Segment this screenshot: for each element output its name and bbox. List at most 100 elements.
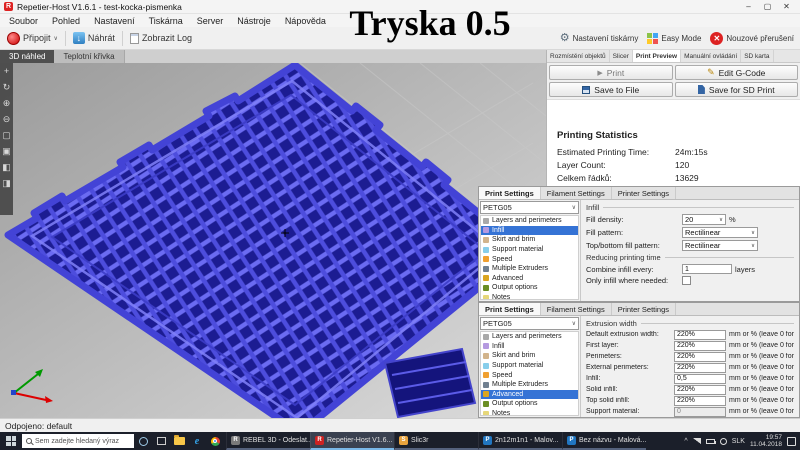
tab-object-placement[interactable]: Rozmístění objektů <box>547 50 610 62</box>
rotate-tool-icon[interactable]: ↻ <box>1 82 12 93</box>
first-layer-width-input[interactable] <box>674 341 726 351</box>
nav-multiple-extruders[interactable]: Multiple Extruders <box>481 264 578 274</box>
only-infill-checkbox[interactable] <box>682 276 691 285</box>
cortana-icon <box>139 437 148 446</box>
nav-notes[interactable]: Notes <box>481 293 578 300</box>
edit-gcode-button[interactable]: ✎ Edit G-Code <box>675 65 799 80</box>
printer-settings-button[interactable]: ⚙ Nastavení tiskárny <box>560 33 639 44</box>
notification-center-icon[interactable] <box>787 437 796 446</box>
nav-layers-perimeters[interactable]: Layers and perimeters <box>481 216 578 226</box>
edge-button[interactable]: e <box>188 432 206 450</box>
volume-icon[interactable] <box>720 438 727 445</box>
nav-speed[interactable]: Speed <box>481 370 578 380</box>
view-front-icon[interactable]: ▢ <box>1 130 12 141</box>
start-button[interactable] <box>0 432 22 450</box>
preset-dropdown[interactable]: PETG05 ∨ <box>480 201 579 214</box>
menu-nastaveni[interactable]: Nastavení <box>87 16 142 26</box>
tab-temperature-curve[interactable]: Teplotní křivka <box>54 50 124 63</box>
nav-skirt-brim[interactable]: Skirt and brim <box>481 351 578 361</box>
menu-pohled[interactable]: Pohled <box>45 16 87 26</box>
load-icon: ↓ <box>73 32 85 44</box>
print-button[interactable]: ▶ Print <box>549 65 673 80</box>
minimize-button[interactable]: – <box>739 0 758 13</box>
tray-clock[interactable]: 19:57 11.04.2018 <box>750 434 782 449</box>
nav-skirt-brim[interactable]: Skirt and brim <box>481 235 578 245</box>
close-button[interactable]: ✕ <box>777 0 796 13</box>
task-view-button[interactable] <box>152 432 170 450</box>
easy-mode-button[interactable]: Easy Mode <box>647 33 701 44</box>
taskbar-app-paint-1[interactable]: P 2n12m1n1 - Malov... <box>478 432 562 450</box>
external-perimeters-width-input[interactable] <box>674 363 726 373</box>
view-left-icon[interactable]: ◧ <box>1 162 12 173</box>
solid-infill-width-input[interactable] <box>674 385 726 395</box>
save-to-file-button[interactable]: Save to File <box>549 82 673 97</box>
zoom-out-icon[interactable]: ⊖ <box>1 114 12 125</box>
load-button[interactable]: ↓ Náhrát <box>66 27 122 49</box>
save-for-sd-button[interactable]: Save for SD Print <box>675 82 799 97</box>
top-bottom-pattern-select[interactable]: Rectilinear ∨ <box>682 240 758 251</box>
nav-advanced[interactable]: Advanced <box>481 274 578 284</box>
nav-advanced[interactable]: Advanced <box>481 390 578 400</box>
tab-manual-control[interactable]: Manuální ovládání <box>681 50 741 62</box>
keyboard-language[interactable]: SLK <box>732 438 745 445</box>
tab-filament-settings[interactable]: Filament Settings <box>541 303 612 315</box>
fill-density-select[interactable]: 20 ∨ <box>682 214 726 225</box>
nav-infill[interactable]: Infill <box>481 226 578 236</box>
maximize-button[interactable]: ▢ <box>758 0 777 13</box>
network-icon[interactable] <box>693 438 701 444</box>
chevron-down-icon: ∨ <box>716 217 723 223</box>
tab-filament-settings[interactable]: Filament Settings <box>541 187 612 199</box>
nav-support-material[interactable]: Support material <box>481 361 578 371</box>
tab-print-settings[interactable]: Print Settings <box>479 187 541 199</box>
view-right-icon[interactable]: ◨ <box>1 178 12 189</box>
folder-icon <box>174 437 185 445</box>
extruders-icon <box>483 382 489 388</box>
taskbar-app-repetier[interactable]: R Repetier-Host V1.6... <box>310 432 394 450</box>
taskbar-app-rebel3d[interactable]: R REBEL 3D - Odeslat... <box>226 432 310 450</box>
cortana-button[interactable] <box>134 432 152 450</box>
zoom-in-icon[interactable]: ⊕ <box>1 98 12 109</box>
taskbar-app-slic3r[interactable]: S Slic3r <box>394 432 478 450</box>
connect-button[interactable]: Připojit ∨ <box>0 27 65 49</box>
fill-pattern-select[interactable]: Rectilinear ∨ <box>682 227 758 238</box>
nav-support-material[interactable]: Support material <box>481 245 578 255</box>
view-top-icon[interactable]: ▣ <box>1 146 12 157</box>
perimeters-width-input[interactable] <box>674 352 726 362</box>
support-material-width-input[interactable] <box>674 407 726 417</box>
tab-print-settings[interactable]: Print Settings <box>479 303 541 315</box>
tab-print-preview[interactable]: Print Preview <box>633 50 681 62</box>
tab-slicer[interactable]: Slicer <box>610 50 633 62</box>
nav-infill[interactable]: Infill <box>481 342 578 352</box>
nav-layers-perimeters[interactable]: Layers and perimeters <box>481 332 578 342</box>
tab-3d-view[interactable]: 3D náhled <box>0 50 54 63</box>
file-explorer-button[interactable] <box>170 432 188 450</box>
menu-server[interactable]: Server <box>190 16 231 26</box>
tray-expand-icon[interactable]: ^ <box>684 438 687 445</box>
menu-tiskarna[interactable]: Tiskárna <box>142 16 190 26</box>
preset-dropdown[interactable]: PETG05 ∨ <box>480 317 579 330</box>
battery-icon[interactable] <box>706 439 715 444</box>
slicer-tabs: Print Settings Filament Settings Printer… <box>479 187 799 200</box>
tab-printer-settings[interactable]: Printer Settings <box>612 303 676 315</box>
3d-model-canvas[interactable] <box>0 63 546 418</box>
nav-multiple-extruders[interactable]: Multiple Extruders <box>481 380 578 390</box>
browser-button[interactable] <box>206 432 224 450</box>
combine-infill-input[interactable] <box>682 264 732 274</box>
nav-output-options[interactable]: Output options <box>481 399 578 409</box>
menu-nastroje[interactable]: Nástroje <box>230 16 278 26</box>
nav-speed[interactable]: Speed <box>481 254 578 264</box>
menu-soubor[interactable]: Soubor <box>2 16 45 26</box>
default-extrusion-width-input[interactable] <box>674 330 726 340</box>
pan-tool-icon[interactable]: + <box>1 66 12 77</box>
show-log-button[interactable]: Zobrazit Log <box>123 27 199 49</box>
nav-output-options[interactable]: Output options <box>481 283 578 293</box>
taskbar-app-paint-2[interactable]: P Bez názvu - Malová... <box>562 432 646 450</box>
tab-printer-settings[interactable]: Printer Settings <box>612 187 676 199</box>
nav-notes[interactable]: Notes <box>481 409 578 416</box>
infill-width-input[interactable] <box>674 374 726 384</box>
top-solid-infill-width-input[interactable] <box>674 396 726 406</box>
emergency-stop-button[interactable]: ✕ Nouzové přerušení <box>710 32 794 45</box>
tab-sd-card[interactable]: SD karta <box>741 50 773 62</box>
menu-napoveda[interactable]: Nápověda <box>278 16 333 26</box>
taskbar-search[interactable]: Sem zadejte hledaný výraz <box>22 434 134 448</box>
